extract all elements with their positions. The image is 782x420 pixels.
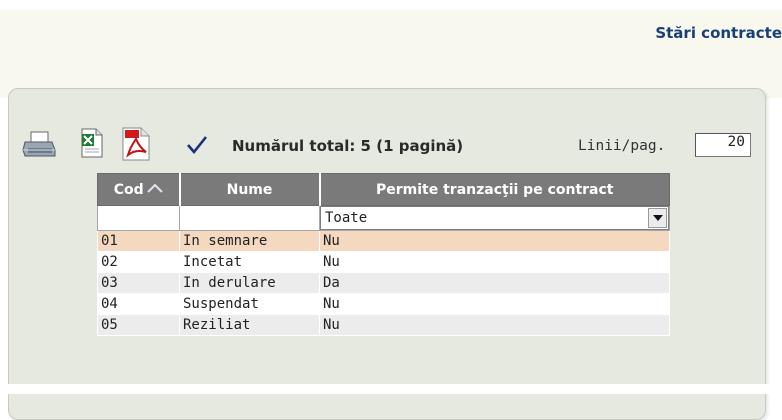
cell-permite: Nu xyxy=(319,230,670,252)
cell-nume: Suspendat xyxy=(179,293,320,315)
cell-cod: 02 xyxy=(97,251,180,273)
column-header-permite[interactable]: Permite tranzacţii pe contract xyxy=(319,173,670,206)
cell-nume: Incetat xyxy=(179,251,320,273)
table-row[interactable]: 03 In derulare Da xyxy=(97,272,670,294)
cell-cod: 04 xyxy=(97,293,180,315)
filter-select-value: Toate xyxy=(325,210,368,226)
cell-nume: In semnare xyxy=(179,230,320,252)
excel-icon[interactable] xyxy=(80,128,104,162)
table-row[interactable]: 04 Suspendat Nu xyxy=(97,293,670,315)
printer-icon[interactable] xyxy=(22,130,58,164)
cell-permite: Nu xyxy=(319,251,670,273)
page-title: Stări contracte xyxy=(655,24,782,42)
cell-permite: Nu xyxy=(319,314,670,336)
bottom-edge xyxy=(0,384,782,394)
table-row[interactable]: 02 Incetat Nu xyxy=(97,251,670,273)
cell-permite: Nu xyxy=(319,293,670,315)
data-grid: Cod Nume Permite tranzacţii pe contract … xyxy=(97,173,670,336)
sort-ascending-icon xyxy=(146,181,163,197)
filter-cell-cod[interactable] xyxy=(97,205,180,231)
cell-nume: In derulare xyxy=(179,272,320,294)
table-row[interactable]: 01 In semnare Nu xyxy=(97,230,670,252)
table-row[interactable]: 05 Reziliat Nu xyxy=(97,314,670,336)
lines-per-page-label: Linii/pag. xyxy=(578,138,666,154)
cell-permite: Da xyxy=(319,272,670,294)
column-header-label: Cod xyxy=(113,182,144,198)
header-row: Cod Nume Permite tranzacţii pe contract xyxy=(97,173,670,206)
filter-cell-permite: Toate xyxy=(319,205,670,231)
total-count-text: Numărul total: 5 (1 pagină) xyxy=(232,137,464,155)
cell-nume: Reziliat xyxy=(179,314,320,336)
column-header-cod[interactable]: Cod xyxy=(97,173,181,206)
cell-cod: 01 xyxy=(97,230,180,252)
filter-cell-nume[interactable] xyxy=(179,205,320,231)
filter-row: Toate xyxy=(97,205,670,231)
check-icon xyxy=(186,134,208,160)
chevron-down-icon[interactable] xyxy=(648,208,667,228)
cell-cod: 03 xyxy=(97,272,180,294)
filter-select-permite[interactable]: Toate xyxy=(320,206,669,230)
pdf-icon[interactable] xyxy=(119,127,153,165)
column-header-nume[interactable]: Nume xyxy=(179,173,321,206)
lines-per-page-input[interactable]: 20 xyxy=(695,133,751,157)
cell-cod: 05 xyxy=(97,314,180,336)
